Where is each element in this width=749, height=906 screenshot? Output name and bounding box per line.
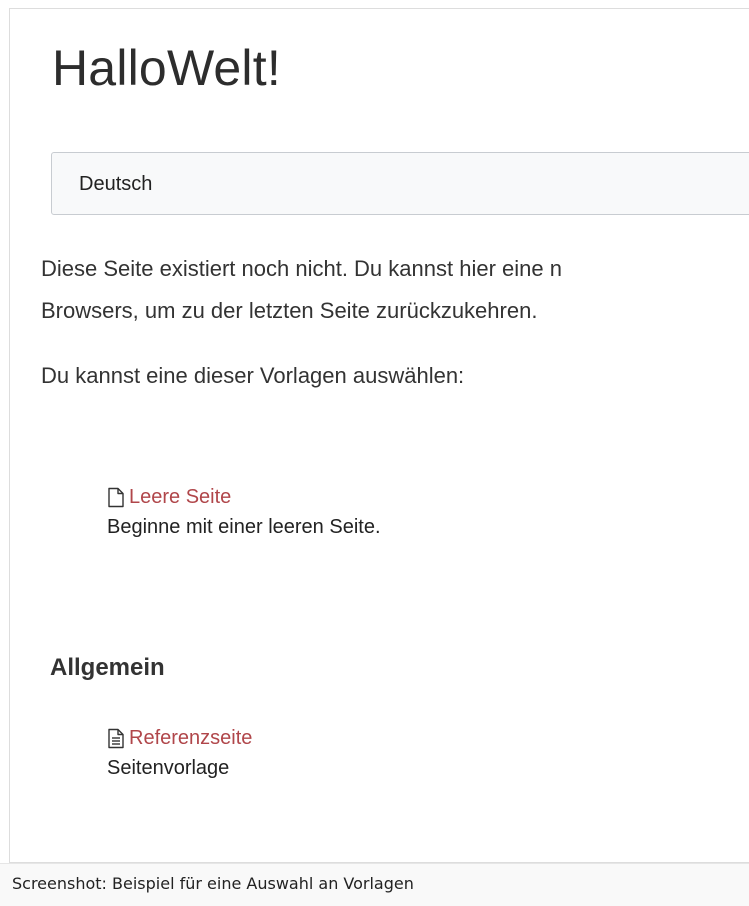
caption-text: Screenshot: Beispiel für eine Auswahl an… (12, 874, 414, 893)
language-select[interactable]: Deutsch (51, 152, 749, 215)
template-link-referenzseite[interactable]: Referenzseite (107, 727, 252, 750)
wiki-page: HalloWelt! Deutsch Diese Seite existiert… (9, 8, 749, 863)
choose-template-text: Du kannst eine dieser Vorlagen auswählen… (41, 363, 465, 388)
template-link-leere-seite[interactable]: Leere Seite (107, 486, 381, 509)
page-title: HalloWelt! (52, 40, 281, 96)
blank-page-icon (108, 487, 124, 508)
template-item-leere-seite: Leere Seite Beginne mit einer leeren Sei… (107, 486, 381, 539)
template-description: Seitenvorlage (107, 757, 230, 779)
document-lines-icon (108, 728, 124, 749)
caption-bar: Screenshot: Beispiel für eine Auswahl an… (0, 863, 749, 906)
template-label: Referenzseite (129, 727, 253, 749)
template-description: Beginne mit einer leeren Seite. (107, 516, 381, 538)
info-text-line-2: Browsers, um zu der letzten Seite zurück… (41, 298, 538, 323)
screenshot-frame: HalloWelt! Deutsch Diese Seite existiert… (0, 0, 749, 906)
section-heading-allgemein: Allgemein (50, 654, 165, 681)
info-text-line-1: Diese Seite existiert noch nicht. Du kan… (41, 256, 562, 281)
template-item-referenzseite: Referenzseite Seitenvorlage (107, 727, 252, 780)
language-select-value: Deutsch (79, 173, 153, 195)
template-label: Leere Seite (129, 486, 232, 508)
